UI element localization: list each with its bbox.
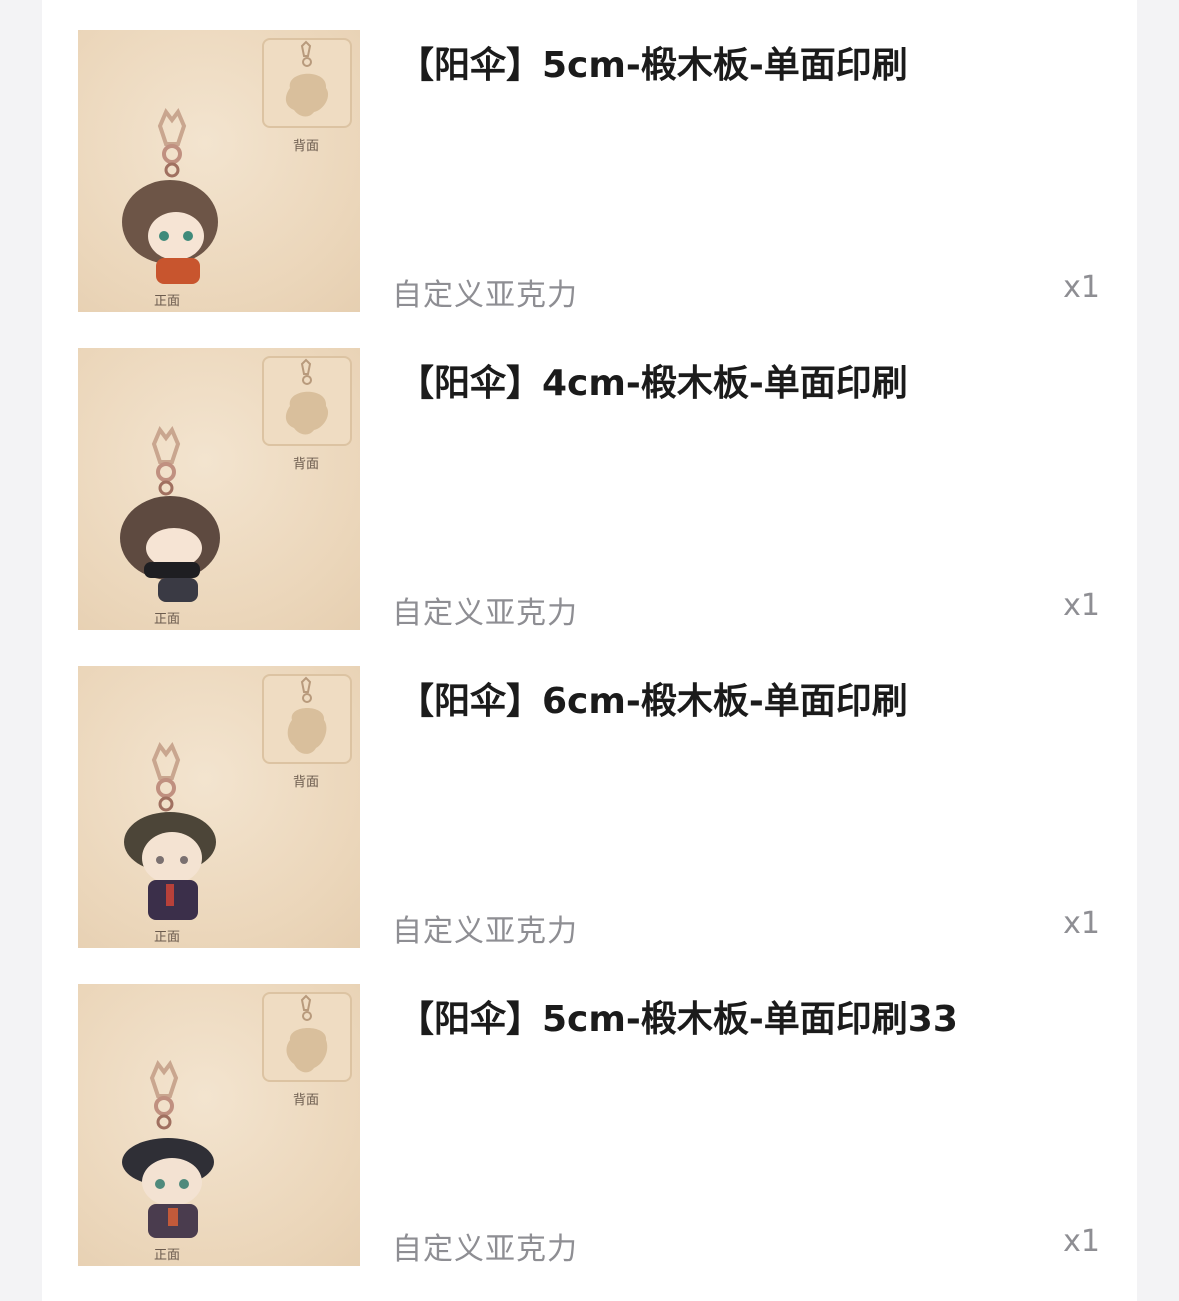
keychain-character-icon xyxy=(122,1060,214,1238)
keychain-character-icon xyxy=(124,742,216,920)
product-thumbnail[interactable]: 背面 正面 xyxy=(78,666,360,948)
quantity: x1 xyxy=(1063,906,1100,941)
order-item[interactable]: 背面 正面 【阳伞】4cm-椴木板-单面印刷 自定义亚克力 x1 xyxy=(78,348,1137,631)
product-variant: 自定义亚克力 xyxy=(392,596,578,631)
order-items-panel: 背面 正面 【阳伞】5cm-椴木板-单面印刷 自定义亚克力 x1 背面 正面 【… xyxy=(42,0,1137,1301)
keychain-character-icon xyxy=(122,108,218,284)
front-label: 正面 xyxy=(154,930,181,945)
front-label: 正面 xyxy=(154,294,181,309)
product-variant: 自定义亚克力 xyxy=(392,1232,578,1267)
product-title[interactable]: 【阳伞】4cm-椴木板-单面印刷 xyxy=(398,354,908,406)
order-item[interactable]: 背面 正面 【阳伞】6cm-椴木板-单面印刷 自定义亚克力 x1 xyxy=(78,666,1137,949)
quantity: x1 xyxy=(1063,270,1100,305)
product-thumbnail[interactable]: 背面 正面 xyxy=(78,30,360,312)
quantity: x1 xyxy=(1063,588,1100,623)
order-item[interactable]: 背面 正面 【阳伞】5cm-椴木板-单面印刷 自定义亚克力 x1 xyxy=(78,30,1137,313)
product-thumbnail[interactable]: 背面 正面 xyxy=(78,984,360,1266)
product-variant: 自定义亚克力 xyxy=(392,278,578,313)
quantity: x1 xyxy=(1063,1224,1100,1259)
product-thumbnail[interactable]: 背面 正面 xyxy=(78,348,360,630)
order-item[interactable]: 背面 正面 【阳伞】5cm-椴木板-单面印刷33 自定义亚克力 x1 xyxy=(78,984,1137,1267)
front-label: 正面 xyxy=(154,1248,181,1263)
keychain-character-icon xyxy=(120,426,220,602)
front-label: 正面 xyxy=(154,612,181,627)
product-title[interactable]: 【阳伞】5cm-椴木板-单面印刷 xyxy=(398,36,908,88)
product-title[interactable]: 【阳伞】6cm-椴木板-单面印刷 xyxy=(398,672,908,724)
product-variant: 自定义亚克力 xyxy=(392,914,578,949)
product-title[interactable]: 【阳伞】5cm-椴木板-单面印刷33 xyxy=(398,990,958,1042)
